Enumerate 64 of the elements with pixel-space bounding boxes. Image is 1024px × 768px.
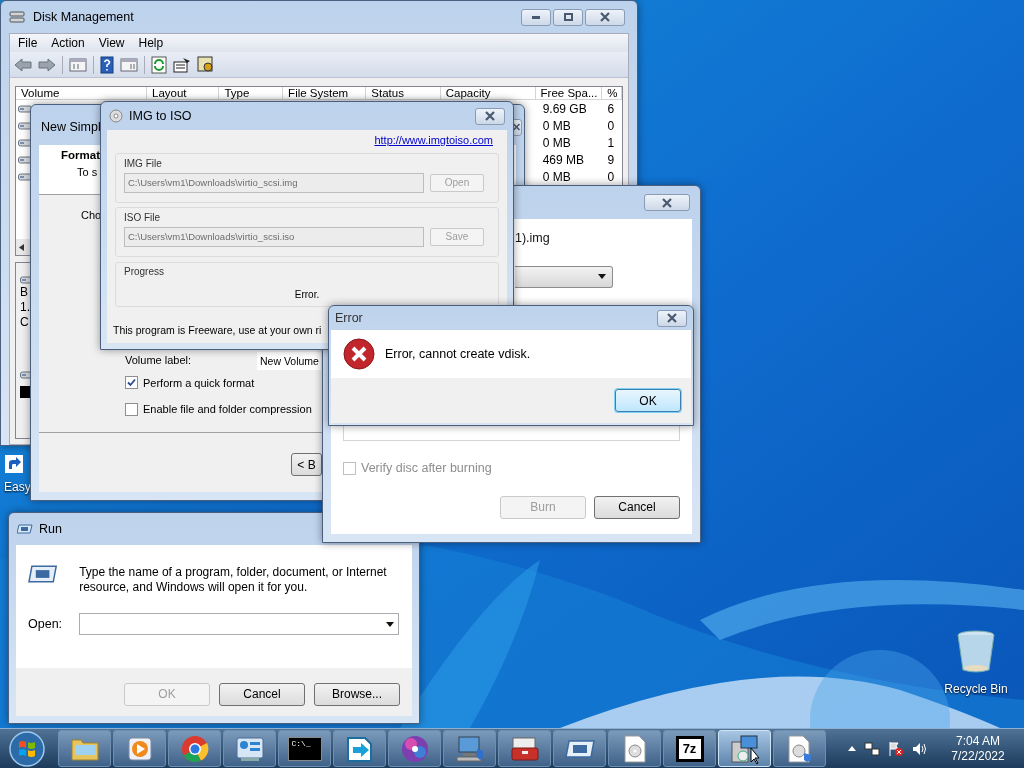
table-cell-text: 1 bbox=[606, 134, 616, 152]
window-title: New Simpl bbox=[41, 118, 101, 136]
column-header[interactable]: Status bbox=[366, 87, 441, 99]
table-cell-text: 0 bbox=[606, 168, 616, 186]
column-header[interactable]: Volume bbox=[16, 87, 147, 99]
window-title: Disk Management bbox=[33, 8, 134, 26]
table-cell-text: 6 bbox=[606, 100, 616, 118]
group-label: ISO File bbox=[124, 210, 162, 225]
image-file-name: 1).img bbox=[515, 230, 550, 247]
wizard-prompt: Cho bbox=[81, 208, 102, 223]
disk-info-text: B bbox=[20, 285, 29, 300]
dialog-button[interactable]: Cancel bbox=[219, 682, 305, 706]
wizard-heading: Format bbox=[61, 148, 100, 163]
group-label: Progress bbox=[124, 264, 165, 279]
column-header[interactable]: Capacity bbox=[440, 87, 536, 99]
table-cell-text: 0 MB bbox=[541, 168, 572, 186]
window-title: IMG to ISO bbox=[129, 107, 192, 125]
checkbox-label: Verify disc after burning bbox=[361, 459, 492, 477]
dialog-button[interactable]: Browse... bbox=[314, 682, 400, 706]
run-description: Type the name of a program, folder, document, or Internet resource, and Windows will open it for you. bbox=[79, 565, 388, 595]
wizard-subheading: To s bbox=[77, 165, 98, 181]
progress-status: Error. bbox=[294, 287, 320, 302]
clock-time: 7:04 AM bbox=[956, 733, 1000, 749]
table-cell-text: 9 bbox=[606, 151, 616, 169]
field-label: Open: bbox=[28, 615, 64, 633]
checkbox-label: Enable file and folder compression bbox=[143, 402, 312, 417]
volume-label-field[interactable]: New Volume bbox=[257, 351, 321, 370]
window-title: Run bbox=[39, 520, 62, 538]
table-cell-text: 9.69 GB bbox=[541, 100, 588, 118]
freeware-notice: This program is Freeware, use at your own ri bbox=[113, 322, 322, 338]
clock-date: 7/22/2022 bbox=[951, 748, 1005, 764]
disk-info-text: 1. bbox=[20, 300, 31, 315]
table-cell-text: 469 MB bbox=[541, 151, 585, 169]
taskbar-button[interactable]: 7z bbox=[663, 730, 716, 767]
checkbox-label: Perform a quick format bbox=[143, 375, 255, 391]
error-message: Error, cannot create vdisk. bbox=[385, 345, 531, 363]
file-path-field: C:\Users\vm1\Downloads\virtio_scsi.iso bbox=[124, 226, 424, 247]
menu-item[interactable]: File bbox=[14, 34, 42, 52]
archive-app-icon: 7z bbox=[675, 735, 704, 762]
dialog-button[interactable]: < B bbox=[291, 453, 322, 476]
column-header[interactable]: Type bbox=[219, 87, 284, 99]
window-title: Error bbox=[335, 309, 363, 327]
dialog-button[interactable]: Cancel bbox=[594, 495, 680, 519]
table-cell-text: 0 bbox=[606, 117, 616, 135]
column-header[interactable]: Layout bbox=[147, 87, 220, 99]
group-label: IMG File bbox=[124, 156, 163, 171]
disk-info-text: C bbox=[20, 315, 30, 330]
column-header[interactable]: Free Spa... bbox=[535, 87, 603, 99]
menu-item[interactable]: Action bbox=[47, 34, 89, 52]
menu-item[interactable]: Help bbox=[134, 34, 168, 52]
clock[interactable]: 7:04 AM 7/22/2022 bbox=[942, 733, 1014, 764]
desktop-icon-label[interactable]: Easy bbox=[4, 478, 31, 496]
field-label: Volume label: bbox=[125, 353, 193, 369]
dialog-button[interactable]: OK bbox=[615, 389, 681, 412]
table-cell-text: 0 MB bbox=[541, 117, 572, 135]
taskbar-button[interactable]: C:\_ bbox=[278, 730, 331, 767]
table-cell-text: 0 MB bbox=[541, 134, 572, 152]
command-prompt-icon: C:\_ bbox=[287, 736, 322, 761]
file-path-field: C:\Users\vm1\Downloads\virtio_scsi.img bbox=[124, 172, 424, 193]
desktop-icon-label[interactable]: Recycle Bin bbox=[944, 680, 1008, 698]
menu-item[interactable]: View bbox=[94, 34, 129, 52]
column-header[interactable]: File System bbox=[283, 87, 367, 99]
website-link[interactable]: http://www.imgtoiso.com bbox=[374, 130, 499, 149]
column-header[interactable]: % bbox=[602, 87, 622, 99]
